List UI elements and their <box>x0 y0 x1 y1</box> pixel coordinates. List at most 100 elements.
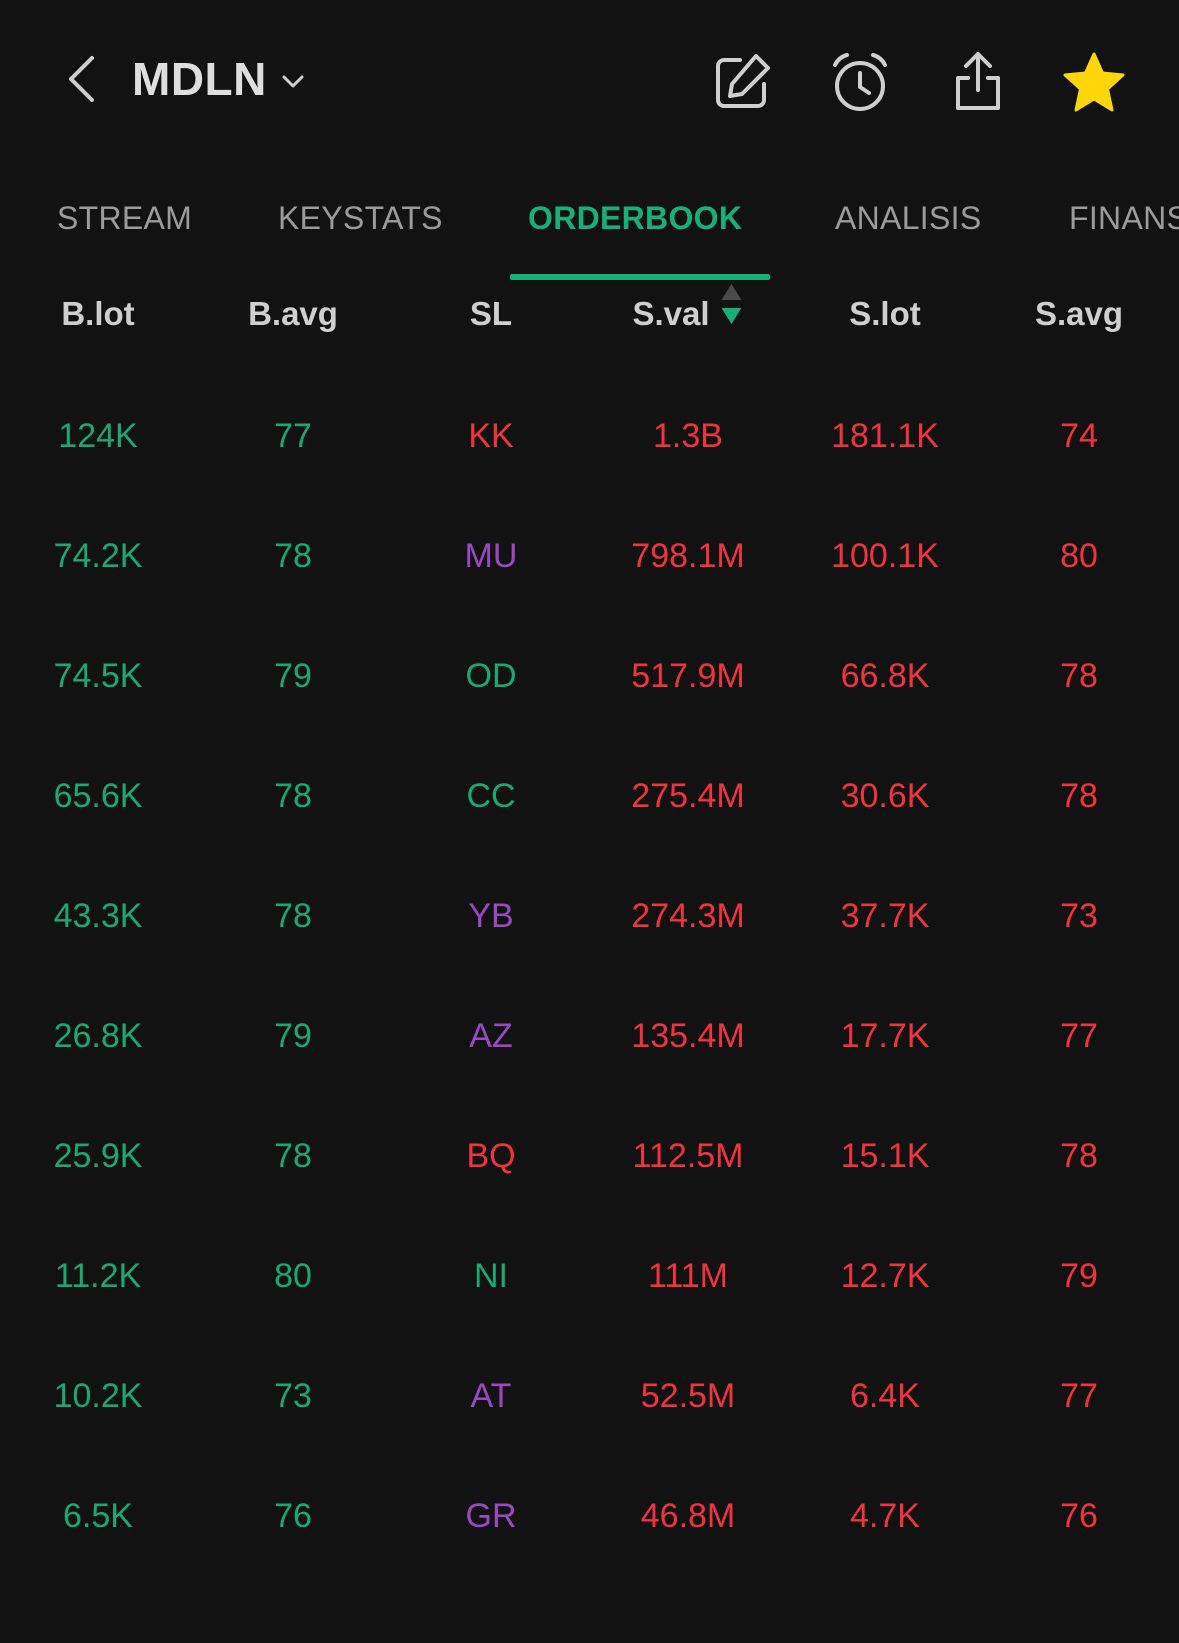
column-header-savg[interactable]: S.avg <box>1035 284 1123 344</box>
cell-slot: 6.4K <box>850 1377 920 1415</box>
cell-bavg: 77 <box>274 417 312 455</box>
edit-note-button[interactable] <box>706 46 778 118</box>
cell-savg: 76 <box>1060 1497 1098 1535</box>
column-header-blot[interactable]: B.lot <box>61 284 134 344</box>
alarm-clock-icon <box>833 53 887 111</box>
cell-slot: 66.8K <box>840 657 930 695</box>
cell-blot: 26.8K <box>53 1017 143 1055</box>
table-row[interactable]: 10.2K 73 AT 52.5M 6.4K 77 <box>0 1336 1179 1456</box>
cell-bavg: 78 <box>274 537 312 575</box>
table-row[interactable]: 43.3K 78 YB 274.3M 37.7K 73 <box>0 856 1179 976</box>
cell-slot: 15.1K <box>840 1137 930 1175</box>
tab-bar: STREAM KEYSTATS ORDERBOOK ANALISIS FINAN… <box>0 190 1179 280</box>
cell-bavg: 76 <box>274 1497 312 1535</box>
table-header: B.lot B.avg SL S.val S.lot S.avg <box>0 282 1179 345</box>
cell-blot: 74.2K <box>53 537 143 575</box>
cell-bavg: 78 <box>274 1137 312 1175</box>
column-header-sval[interactable]: S.val <box>632 282 744 345</box>
table-row[interactable]: 11.2K 80 NI 111M 12.7K 79 <box>0 1216 1179 1336</box>
sort-descending-icon <box>720 282 744 345</box>
ticker-symbol: MDLN <box>132 53 267 105</box>
broker-summary-table: 124K 77 KK 1.3B 181.1K 74 74.2K 78 MU 798.1M 100.1… <box>0 376 1179 1576</box>
cell-sval: 798.1M <box>631 537 745 575</box>
cell-bavg: 79 <box>274 657 312 695</box>
cell-slot: 4.7K <box>850 1497 920 1535</box>
price-alert-button[interactable] <box>824 46 896 118</box>
cell-savg: 78 <box>1060 657 1098 695</box>
cell-broker-code[interactable]: GR <box>466 1456 517 1576</box>
cell-blot: 74.5K <box>53 657 143 695</box>
cell-sval: 135.4M <box>631 1017 745 1055</box>
edit-icon <box>716 54 770 108</box>
cell-broker-code[interactable]: AZ <box>469 976 512 1096</box>
cell-sval: 275.4M <box>631 777 745 815</box>
cell-sval: 52.5M <box>640 1377 736 1415</box>
cell-sval: 46.8M <box>640 1497 736 1535</box>
chevron-down-icon <box>281 74 305 90</box>
cell-broker-code[interactable]: MU <box>465 496 518 616</box>
cell-broker-code[interactable]: KK <box>468 376 513 496</box>
cell-bavg: 79 <box>274 1017 312 1055</box>
table-row[interactable]: 26.8K 79 AZ 135.4M 17.7K 77 <box>0 976 1179 1096</box>
cell-broker-code[interactable]: NI <box>474 1216 508 1336</box>
table-row[interactable]: 74.5K 79 OD 517.9M 66.8K 78 <box>0 616 1179 736</box>
cell-bavg: 78 <box>274 897 312 935</box>
cell-slot: 181.1K <box>831 417 939 455</box>
ticker-selector[interactable]: MDLN <box>132 50 305 108</box>
cell-blot: 65.6K <box>53 777 143 815</box>
share-button[interactable] <box>942 46 1014 118</box>
cell-slot: 30.6K <box>840 777 930 815</box>
cell-blot: 6.5K <box>63 1497 133 1535</box>
cell-sval: 274.3M <box>631 897 745 935</box>
cell-broker-code[interactable]: AT <box>471 1336 512 1456</box>
column-header-slot[interactable]: S.lot <box>849 284 921 344</box>
table-row[interactable]: 124K 77 KK 1.3B 181.1K 74 <box>0 376 1179 496</box>
cell-broker-code[interactable]: BQ <box>466 1096 515 1216</box>
back-button[interactable] <box>56 50 106 108</box>
cell-savg: 78 <box>1060 1137 1098 1175</box>
tab-analisis[interactable]: ANALISIS <box>835 200 981 237</box>
tab-finans[interactable]: FINANS <box>1069 200 1179 237</box>
cell-savg: 78 <box>1060 777 1098 815</box>
cell-savg: 77 <box>1060 1017 1098 1055</box>
cell-bavg: 78 <box>274 777 312 815</box>
cell-slot: 100.1K <box>831 537 939 575</box>
cell-savg: 74 <box>1060 417 1098 455</box>
table-row[interactable]: 25.9K 78 BQ 112.5M 15.1K 78 <box>0 1096 1179 1216</box>
table-row[interactable]: 74.2K 78 MU 798.1M 100.1K 80 <box>0 496 1179 616</box>
cell-savg: 73 <box>1060 897 1098 935</box>
cell-blot: 10.2K <box>53 1377 143 1415</box>
column-header-bavg[interactable]: B.avg <box>248 284 338 344</box>
cell-sval: 112.5M <box>632 1137 744 1175</box>
cell-blot: 43.3K <box>53 897 143 935</box>
cell-sval: 1.3B <box>653 417 723 455</box>
tab-keystats[interactable]: KEYSTATS <box>278 200 443 237</box>
cell-savg: 79 <box>1060 1257 1098 1295</box>
cell-broker-code[interactable]: OD <box>466 616 517 736</box>
cell-sval: 111M <box>647 1257 729 1295</box>
app-header: MDLN <box>0 0 1179 160</box>
cell-bavg: 73 <box>274 1377 312 1415</box>
cell-broker-code[interactable]: CC <box>466 736 515 856</box>
cell-blot: 11.2K <box>54 1257 142 1295</box>
cell-bavg: 80 <box>274 1257 312 1295</box>
column-header-sl[interactable]: SL <box>470 284 512 344</box>
cell-slot: 17.7K <box>840 1017 930 1055</box>
cell-sval: 517.9M <box>631 657 745 695</box>
cell-slot: 37.7K <box>840 897 930 935</box>
table-row[interactable]: 65.6K 78 CC 275.4M 30.6K 78 <box>0 736 1179 856</box>
cell-blot: 25.9K <box>53 1137 143 1175</box>
star-icon <box>1063 52 1125 112</box>
watchlist-star-button[interactable] <box>1058 46 1130 118</box>
active-tab-indicator <box>510 274 770 280</box>
cell-savg: 80 <box>1060 537 1098 575</box>
share-icon <box>956 52 1000 110</box>
cell-broker-code[interactable]: YB <box>468 856 513 976</box>
cell-savg: 77 <box>1060 1377 1098 1415</box>
table-row[interactable]: 6.5K 76 GR 46.8M 4.7K 76 <box>0 1456 1179 1576</box>
tab-orderbook[interactable]: ORDERBOOK <box>528 200 742 237</box>
cell-blot: 124K <box>58 417 138 455</box>
tab-stream[interactable]: STREAM <box>57 200 192 237</box>
chevron-left-icon <box>69 56 94 102</box>
cell-slot: 12.7K <box>840 1257 930 1295</box>
